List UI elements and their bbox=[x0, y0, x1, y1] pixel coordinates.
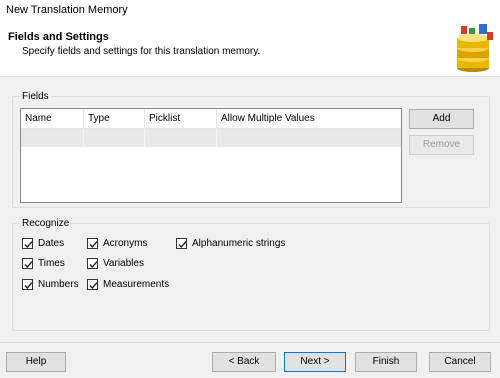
footer-separator bbox=[0, 342, 500, 343]
checkmark-icon[interactable] bbox=[22, 237, 33, 249]
page-title: Fields and Settings bbox=[8, 31, 109, 43]
recognize-group-label: Recognize bbox=[20, 218, 72, 229]
acronyms-checkbox[interactable]: Acronyms bbox=[87, 236, 147, 250]
times-checkbox[interactable]: Times bbox=[22, 256, 65, 270]
times-label: Times bbox=[38, 257, 65, 269]
checkmark-icon[interactable] bbox=[176, 237, 187, 249]
checkmark-icon[interactable] bbox=[22, 257, 33, 269]
measurements-label: Measurements bbox=[103, 278, 170, 290]
table-cell bbox=[21, 129, 84, 147]
table-cell bbox=[84, 129, 145, 147]
fields-group-label: Fields bbox=[20, 91, 51, 102]
add-button[interactable]: Add bbox=[409, 109, 474, 129]
dates-label: Dates bbox=[38, 237, 65, 249]
variables-checkbox[interactable]: Variables bbox=[87, 256, 144, 270]
title-bar: New Translation Memory bbox=[0, 0, 500, 22]
measurements-checkbox[interactable]: Measurements bbox=[87, 277, 169, 291]
new-translation-memory-dialog: New Translation Memory Fields and Settin… bbox=[0, 0, 500, 378]
checkmark-icon[interactable] bbox=[87, 278, 98, 290]
next-button[interactable]: Next > bbox=[284, 352, 346, 372]
remove-button[interactable]: Remove bbox=[409, 135, 474, 155]
column-header-type[interactable]: Type bbox=[84, 109, 145, 129]
help-button[interactable]: Help bbox=[6, 352, 66, 372]
cancel-button[interactable]: Cancel bbox=[429, 352, 491, 372]
numbers-label: Numbers bbox=[38, 278, 79, 290]
column-header-name[interactable]: Name bbox=[21, 109, 84, 129]
column-header-allow-multiple-values[interactable]: Allow Multiple Values bbox=[217, 109, 401, 129]
checkmark-icon[interactable] bbox=[87, 257, 98, 269]
table-cell bbox=[217, 129, 401, 147]
table-row[interactable] bbox=[21, 129, 401, 147]
dates-checkbox[interactable]: Dates bbox=[22, 236, 64, 250]
checkmark-icon[interactable] bbox=[22, 278, 33, 290]
window-title: New Translation Memory bbox=[6, 4, 128, 16]
fields-table-header: Name Type Picklist Allow Multiple Values bbox=[21, 109, 401, 129]
fields-table[interactable]: Name Type Picklist Allow Multiple Values bbox=[20, 108, 402, 203]
table-cell bbox=[145, 129, 217, 147]
alphanumeric-strings-label: Alphanumeric strings bbox=[192, 237, 286, 249]
numbers-checkbox[interactable]: Numbers bbox=[22, 277, 79, 291]
page-subtitle: Specify fields and settings for this tra… bbox=[22, 46, 261, 57]
alphanumeric-strings-checkbox[interactable]: Alphanumeric strings bbox=[176, 236, 285, 250]
database-gold-icon bbox=[449, 22, 497, 74]
acronyms-label: Acronyms bbox=[103, 237, 148, 249]
checkmark-icon[interactable] bbox=[87, 237, 98, 249]
finish-button[interactable]: Finish bbox=[355, 352, 417, 372]
variables-label: Variables bbox=[103, 257, 144, 269]
wizard-header: Fields and Settings Specify fields and s… bbox=[0, 22, 500, 77]
column-header-picklist[interactable]: Picklist bbox=[145, 109, 217, 129]
back-button[interactable]: < Back bbox=[212, 352, 276, 372]
